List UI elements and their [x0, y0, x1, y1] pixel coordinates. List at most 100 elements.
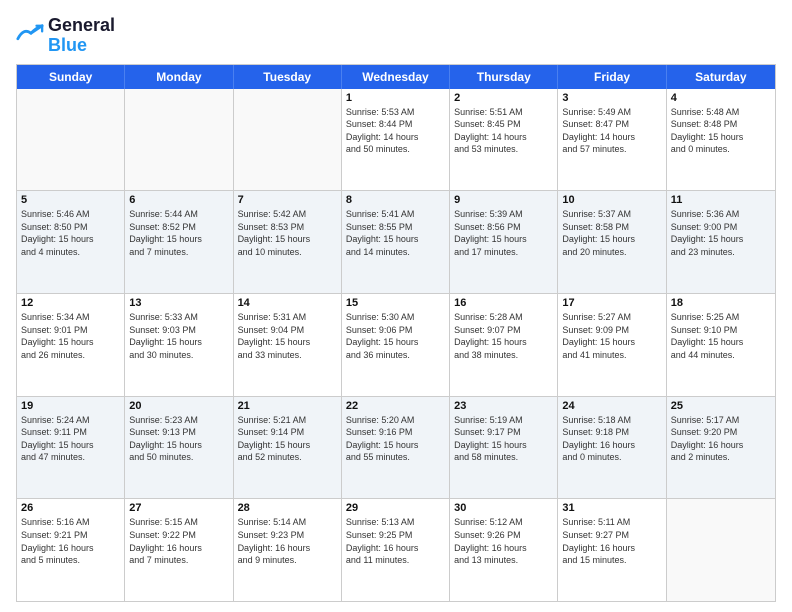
cell-info: Sunrise: 5:28 AM Sunset: 9:07 PM Dayligh… [454, 311, 553, 361]
day-cell: 6Sunrise: 5:44 AM Sunset: 8:52 PM Daylig… [125, 191, 233, 293]
header: General Blue [16, 16, 776, 56]
day-number: 27 [129, 502, 228, 514]
cell-info: Sunrise: 5:25 AM Sunset: 9:10 PM Dayligh… [671, 311, 771, 361]
day-number: 8 [346, 194, 445, 206]
cell-info: Sunrise: 5:16 AM Sunset: 9:21 PM Dayligh… [21, 516, 120, 566]
cell-info: Sunrise: 5:30 AM Sunset: 9:06 PM Dayligh… [346, 311, 445, 361]
week-row: 1Sunrise: 5:53 AM Sunset: 8:44 PM Daylig… [17, 89, 775, 192]
day-number: 9 [454, 194, 553, 206]
weeks: 1Sunrise: 5:53 AM Sunset: 8:44 PM Daylig… [17, 89, 775, 601]
day-cell: 21 Sunrise: 5:21 AM Sunset: 9:14 PM Dayli… [234, 397, 342, 499]
cell-info: Sunrise: 5:24 AM Sunset: 9:11 PM Dayligh… [21, 414, 120, 464]
cell-info: Sunrise: 5:39 AM Sunset: 8:56 PM Dayligh… [454, 208, 553, 258]
cell-info: Sunrise: 5:53 AM Sunset: 8:44 PM Dayligh… [346, 106, 445, 156]
day-number: 11 [671, 194, 771, 206]
day-cell: 28 Sunrise: 5:14 AM Sunset: 9:23 PM Dayli… [234, 499, 342, 601]
cell-info: Sunrise: 5:44 AM Sunset: 8:52 PM Dayligh… [129, 208, 228, 258]
cell-info: Sunrise: 5:27 AM Sunset: 9:09 PM Dayligh… [562, 311, 661, 361]
day-number: 13 [129, 297, 228, 309]
day-cell [667, 499, 775, 601]
day-header: Thursday [450, 65, 558, 89]
cell-info: Sunrise: 5:37 AM Sunset: 8:58 PM Dayligh… [562, 208, 661, 258]
day-number: 26 [21, 502, 120, 514]
day-number: 18 [671, 297, 771, 309]
day-number: 7 [238, 194, 337, 206]
day-number: 14 [238, 297, 337, 309]
day-cell: 22 Sunrise: 5:20 AM Sunset: 9:16 PM Dayli… [342, 397, 450, 499]
day-cell: 12 Sunrise: 5:34 AM Sunset: 9:01 PM Dayli… [17, 294, 125, 396]
day-cell: 20 Sunrise: 5:23 AM Sunset: 9:13 PM Dayli… [125, 397, 233, 499]
day-cell: 2 Sunrise: 5:51 AM Sunset: 8:45 PM Daylig… [450, 89, 558, 191]
day-cell: 24Sunrise: 5:18 AM Sunset: 9:18 PM Dayli… [558, 397, 666, 499]
cell-info: Sunrise: 5:12 AM Sunset: 9:26 PM Dayligh… [454, 516, 553, 566]
day-number: 20 [129, 400, 228, 412]
day-cell: 15 Sunrise: 5:30 AM Sunset: 9:06 PM Dayli… [342, 294, 450, 396]
day-header: Friday [558, 65, 666, 89]
day-number: 2 [454, 92, 553, 104]
day-cell: 18 Sunrise: 5:25 AM Sunset: 9:10 PM Dayli… [667, 294, 775, 396]
cell-info: Sunrise: 5:51 AM Sunset: 8:45 PM Dayligh… [454, 106, 553, 156]
cell-info: Sunrise: 5:41 AM Sunset: 8:55 PM Dayligh… [346, 208, 445, 258]
day-number: 31 [562, 502, 661, 514]
day-number: 10 [562, 194, 661, 206]
cell-info: Sunrise: 5:34 AM Sunset: 9:01 PM Dayligh… [21, 311, 120, 361]
cell-info: Sunrise: 5:11 AM Sunset: 9:27 PM Dayligh… [562, 516, 661, 566]
cell-info: Sunrise: 5:15 AM Sunset: 9:22 PM Dayligh… [129, 516, 228, 566]
cell-info: Sunrise: 5:42 AM Sunset: 8:53 PM Dayligh… [238, 208, 337, 258]
day-cell: 17 Sunrise: 5:27 AM Sunset: 9:09 PM Dayli… [558, 294, 666, 396]
logo-line1: General [48, 16, 115, 36]
day-cell: 26 Sunrise: 5:16 AM Sunset: 9:21 PM Dayli… [17, 499, 125, 601]
day-headers: SundayMondayTuesdayWednesdayThursdayFrid… [17, 65, 775, 89]
cell-info: Sunrise: 5:33 AM Sunset: 9:03 PM Dayligh… [129, 311, 228, 361]
cell-info: Sunrise: 5:13 AM Sunset: 9:25 PM Dayligh… [346, 516, 445, 566]
day-cell: 16 Sunrise: 5:28 AM Sunset: 9:07 PM Dayli… [450, 294, 558, 396]
day-cell: 19 Sunrise: 5:24 AM Sunset: 9:11 PM Dayli… [17, 397, 125, 499]
day-number: 30 [454, 502, 553, 514]
day-number: 12 [21, 297, 120, 309]
day-cell: 27 Sunrise: 5:15 AM Sunset: 9:22 PM Dayli… [125, 499, 233, 601]
page: General Blue SundayMondayTuesdayWednesda… [0, 0, 792, 612]
day-number: 28 [238, 502, 337, 514]
day-number: 21 [238, 400, 337, 412]
day-number: 29 [346, 502, 445, 514]
day-number: 15 [346, 297, 445, 309]
cell-info: Sunrise: 5:17 AM Sunset: 9:20 PM Dayligh… [671, 414, 771, 464]
cell-info: Sunrise: 5:14 AM Sunset: 9:23 PM Dayligh… [238, 516, 337, 566]
day-header: Tuesday [234, 65, 342, 89]
day-cell: 9 Sunrise: 5:39 AM Sunset: 8:56 PM Daylig… [450, 191, 558, 293]
cell-info: Sunrise: 5:46 AM Sunset: 8:50 PM Dayligh… [21, 208, 120, 258]
day-cell: 5Sunrise: 5:46 AM Sunset: 8:50 PM Daylig… [17, 191, 125, 293]
day-cell: 8 Sunrise: 5:41 AM Sunset: 8:55 PM Daylig… [342, 191, 450, 293]
day-number: 22 [346, 400, 445, 412]
day-cell: 4Sunrise: 5:48 AM Sunset: 8:48 PM Daylig… [667, 89, 775, 191]
day-number: 4 [671, 92, 771, 104]
day-cell: 10 Sunrise: 5:37 AM Sunset: 8:58 PM Dayli… [558, 191, 666, 293]
week-row: 5Sunrise: 5:46 AM Sunset: 8:50 PM Daylig… [17, 191, 775, 294]
day-number: 19 [21, 400, 120, 412]
day-number: 17 [562, 297, 661, 309]
day-cell: 1Sunrise: 5:53 AM Sunset: 8:44 PM Daylig… [342, 89, 450, 191]
cell-info: Sunrise: 5:49 AM Sunset: 8:47 PM Dayligh… [562, 106, 661, 156]
cell-info: Sunrise: 5:21 AM Sunset: 9:14 PM Dayligh… [238, 414, 337, 464]
cell-info: Sunrise: 5:31 AM Sunset: 9:04 PM Dayligh… [238, 311, 337, 361]
week-row: 26 Sunrise: 5:16 AM Sunset: 9:21 PM Dayli… [17, 499, 775, 601]
logo-line2: Blue [48, 36, 115, 56]
cell-info: Sunrise: 5:20 AM Sunset: 9:16 PM Dayligh… [346, 414, 445, 464]
day-header: Wednesday [342, 65, 450, 89]
day-number: 25 [671, 400, 771, 412]
day-cell: 11Sunrise: 5:36 AM Sunset: 9:00 PM Dayli… [667, 191, 775, 293]
day-number: 16 [454, 297, 553, 309]
day-cell: 7 Sunrise: 5:42 AM Sunset: 8:53 PM Daylig… [234, 191, 342, 293]
cell-info: Sunrise: 5:23 AM Sunset: 9:13 PM Dayligh… [129, 414, 228, 464]
day-cell [125, 89, 233, 191]
logo: General Blue [16, 16, 115, 56]
cell-info: Sunrise: 5:19 AM Sunset: 9:17 PM Dayligh… [454, 414, 553, 464]
day-cell: 3Sunrise: 5:49 AM Sunset: 8:47 PM Daylig… [558, 89, 666, 191]
week-row: 12 Sunrise: 5:34 AM Sunset: 9:01 PM Dayli… [17, 294, 775, 397]
day-cell: 30 Sunrise: 5:12 AM Sunset: 9:26 PM Dayli… [450, 499, 558, 601]
day-cell: 13 Sunrise: 5:33 AM Sunset: 9:03 PM Dayli… [125, 294, 233, 396]
logo-icon [16, 22, 44, 50]
day-cell: 23Sunrise: 5:19 AM Sunset: 9:17 PM Dayli… [450, 397, 558, 499]
week-row: 19 Sunrise: 5:24 AM Sunset: 9:11 PM Dayli… [17, 397, 775, 500]
day-header: Monday [125, 65, 233, 89]
